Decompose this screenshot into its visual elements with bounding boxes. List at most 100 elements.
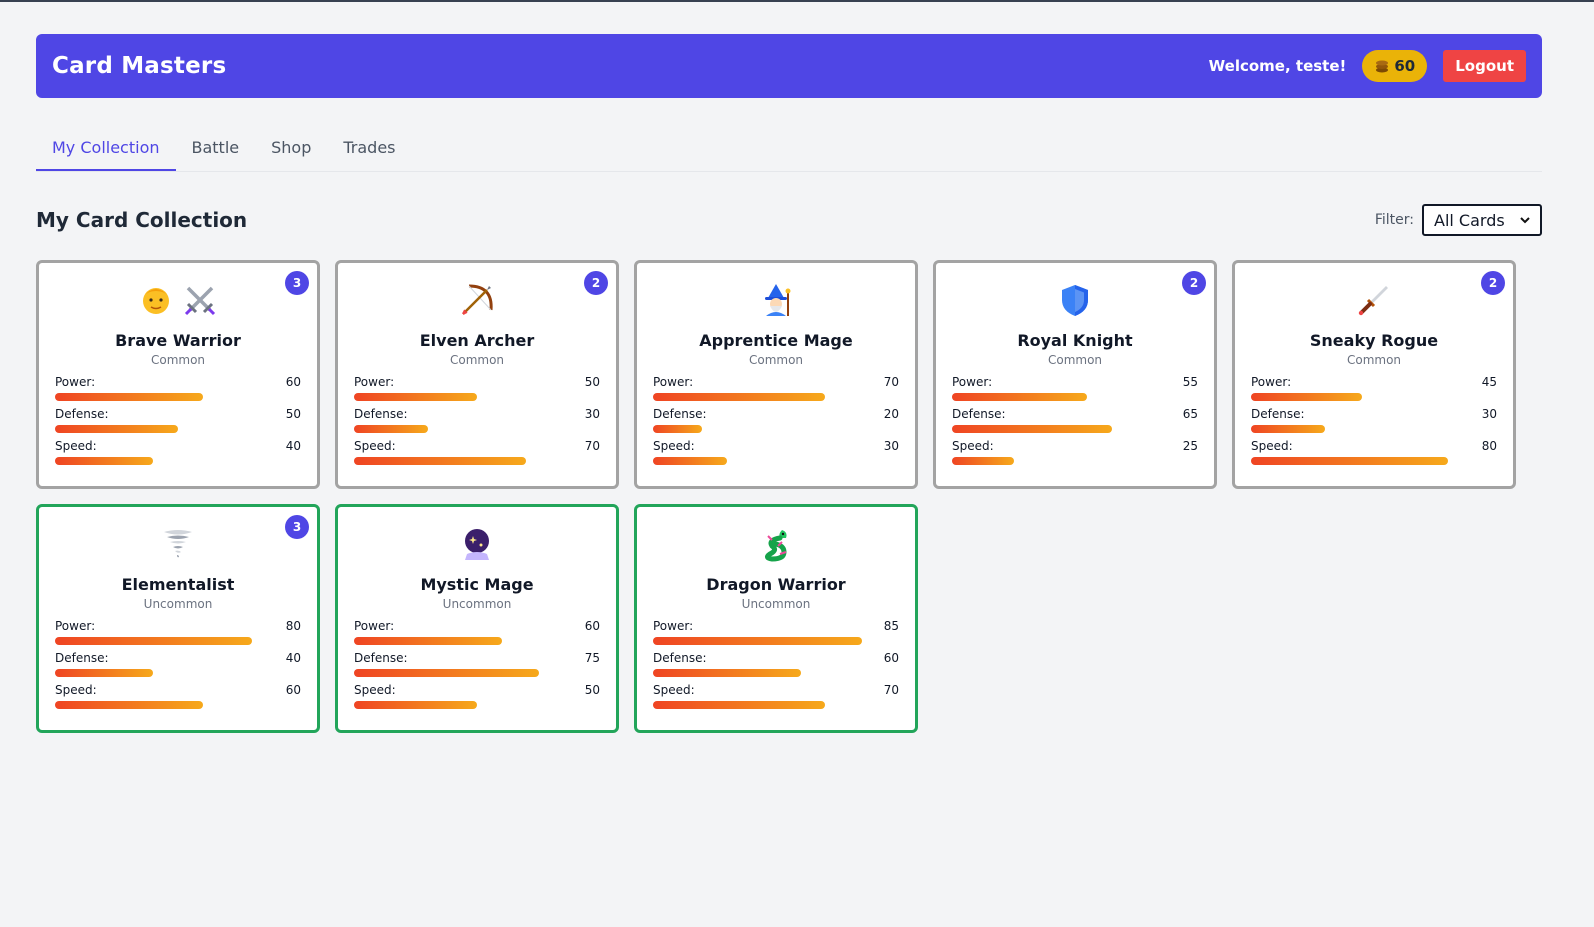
stat-power-value: 50 — [584, 375, 600, 389]
stat-speed-value: 40 — [285, 439, 301, 453]
stat-power-bar-fill — [55, 637, 252, 645]
stat-power: Power: 50 — [354, 375, 600, 401]
card-rarity: Common — [748, 353, 804, 367]
tornado-icon — [164, 530, 192, 558]
logout-button[interactable]: Logout — [1443, 50, 1526, 82]
stat-defense-row: Defense: 30 — [1251, 407, 1497, 421]
card-name: Brave Warrior — [115, 331, 241, 350]
stat-defense-row: Defense: 60 — [653, 651, 899, 665]
stat-speed-row: Speed: 25 — [952, 439, 1198, 453]
stat-power-row: Power: 55 — [952, 375, 1198, 389]
card-name: Sneaky Rogue — [1309, 331, 1439, 350]
stat-power: Power: 45 — [1251, 375, 1497, 401]
stat-speed-bar-fill — [653, 701, 826, 709]
stat-speed: Speed: 30 — [653, 439, 899, 465]
crossed-swords-icon — [184, 286, 216, 316]
stat-defense-row: Defense: 50 — [55, 407, 301, 421]
stat-defense-value: 65 — [1182, 407, 1198, 421]
stat-speed-value: 25 — [1182, 439, 1198, 453]
card-apprentice-mage[interactable]: Apprentice Mage Common Power: 70 Defense: 2… — [634, 260, 918, 489]
card-dragon-warrior[interactable]: Dragon Warrior Uncommon Power: 85 Defense:… — [634, 504, 918, 733]
stat-defense: Defense: 50 — [55, 407, 301, 433]
stat-power-label: Power: — [952, 375, 993, 389]
stat-defense-value: 20 — [883, 407, 899, 421]
card-art — [952, 279, 1198, 321]
stat-power-row: Power: 85 — [653, 619, 899, 633]
stat-power-row: Power: 60 — [55, 375, 301, 389]
coin-count: 60 — [1394, 57, 1416, 75]
card-count-badge: 2 — [1481, 271, 1505, 295]
stat-defense-row: Defense: 40 — [55, 651, 301, 665]
card-art — [354, 279, 600, 321]
stat-defense-bar — [55, 425, 301, 433]
stat-power-value: 60 — [285, 375, 301, 389]
stat-defense: Defense: 75 — [354, 651, 600, 677]
tab-trades[interactable]: Trades — [327, 128, 411, 171]
card-sneaky-rogue[interactable]: 2 Sneaky Rogue Common Power: 45 Defense: 30… — [1232, 260, 1516, 489]
header-actions: Welcome, teste! 60 Logout — [1209, 50, 1526, 82]
stat-defense-value: 60 — [883, 651, 899, 665]
stat-power-bar-fill — [55, 393, 203, 401]
stat-speed-label: Speed: — [653, 439, 695, 453]
stat-defense-value: 30 — [1481, 407, 1497, 421]
card-name: Elementalist — [121, 575, 235, 594]
stat-speed-row: Speed: 70 — [354, 439, 600, 453]
stat-defense-bar-fill — [653, 669, 801, 677]
card-elven-archer[interactable]: 2 Elven Archer Common Power: 50 Defense: 30… — [335, 260, 619, 489]
card-name: Apprentice Mage — [699, 331, 853, 350]
card-art — [653, 279, 899, 321]
filter-selected-value: All Cards — [1434, 210, 1505, 230]
card-count-badge: 3 — [285, 271, 309, 295]
stat-power-label: Power: — [354, 619, 395, 633]
card-art — [55, 523, 301, 565]
chevron-down-icon — [1520, 216, 1530, 223]
stat-speed-bar — [653, 701, 899, 709]
stat-speed: Speed: 70 — [354, 439, 600, 465]
tab-battle[interactable]: Battle — [176, 128, 256, 171]
stat-power-label: Power: — [653, 619, 694, 633]
stat-speed: Speed: 25 — [952, 439, 1198, 465]
card-art — [354, 523, 600, 565]
card-name: Mystic Mage — [420, 575, 534, 594]
stat-speed-value: 30 — [883, 439, 899, 453]
stat-defense-bar-fill — [952, 425, 1112, 433]
stat-speed-label: Speed: — [354, 683, 396, 697]
card-rarity: Common — [150, 353, 206, 367]
card-rarity: Common — [449, 353, 505, 367]
stat-speed: Speed: 60 — [55, 683, 301, 709]
tab-shop[interactable]: Shop — [255, 128, 327, 171]
card-stats: Power: 70 Defense: 20 Speed: 30 — [653, 375, 899, 465]
stat-defense-bar — [653, 425, 899, 433]
stat-defense-label: Defense: — [354, 651, 408, 665]
stat-speed-row: Speed: 30 — [653, 439, 899, 453]
bow-arrow-icon — [462, 284, 493, 315]
filter-select[interactable]: All Cards — [1422, 204, 1542, 236]
stat-power-bar-fill — [653, 637, 863, 645]
card-stats: Power: 60 Defense: 75 Speed: 50 — [354, 619, 600, 709]
card-elementalist[interactable]: 3 Elementalist Uncommon Power: 80 Defense:… — [36, 504, 320, 733]
stat-defense-bar-fill — [55, 425, 178, 433]
stat-power-value: 55 — [1182, 375, 1198, 389]
stat-defense-label: Defense: — [653, 407, 707, 421]
stat-speed-label: Speed: — [354, 439, 396, 453]
card-stats: Power: 60 Defense: 50 Speed: 40 — [55, 375, 301, 465]
stat-power-bar-fill — [354, 637, 502, 645]
filter: Filter: All Cards — [1375, 204, 1542, 236]
card-mystic-mage[interactable]: Mystic Mage Uncommon Power: 60 Defense: 75 S… — [335, 504, 619, 733]
stat-speed-value: 80 — [1481, 439, 1497, 453]
stat-power-label: Power: — [653, 375, 694, 389]
stat-power-bar-fill — [1251, 393, 1362, 401]
app: Card Masters Welcome, teste! 60 Logout M… — [0, 2, 1594, 733]
stat-power-row: Power: 45 — [1251, 375, 1497, 389]
stat-power-label: Power: — [55, 619, 96, 633]
stat-speed-label: Speed: — [1251, 439, 1293, 453]
card-brave-warrior[interactable]: 3 Brave Warrior Common Power: 60 Defense: 5… — [36, 260, 320, 489]
card-stats: Power: 55 Defense: 65 Speed: 25 — [952, 375, 1198, 465]
stat-power-label: Power: — [1251, 375, 1292, 389]
tab-my-collection[interactable]: My Collection — [36, 128, 176, 171]
card-royal-knight[interactable]: 2 Royal Knight Common Power: 55 Defense: 65… — [933, 260, 1217, 489]
card-stats: Power: 50 Defense: 30 Speed: 70 — [354, 375, 600, 465]
dragon-icon — [764, 530, 787, 562]
stat-power-bar-fill — [653, 393, 826, 401]
card-stats: Power: 85 Defense: 60 Speed: 70 — [653, 619, 899, 709]
